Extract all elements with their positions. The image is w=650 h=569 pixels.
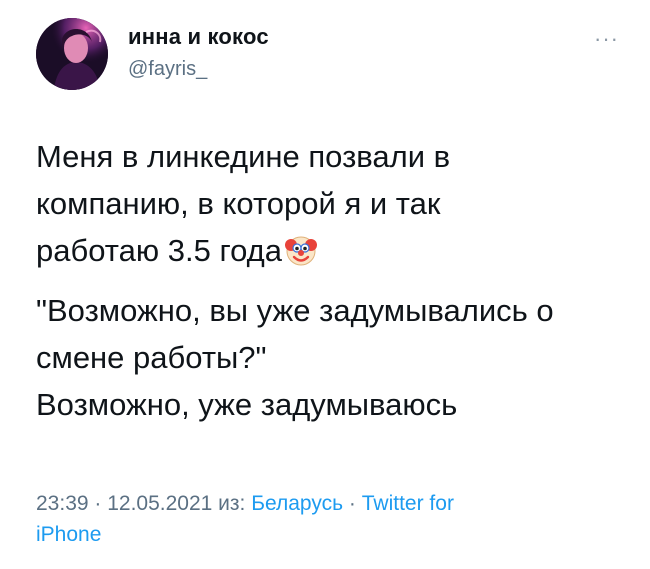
text-line-content: работаю 3.5 года <box>36 233 282 268</box>
author-handle[interactable]: @fayris_ <box>128 58 207 81</box>
text-line: компанию, в которой я и так <box>36 186 441 221</box>
tweet-time[interactable]: 23:39 <box>36 492 89 515</box>
separator-dot: · <box>88 492 108 515</box>
tweet-metadata: 23:39 · 12.05.2021 из: Беларусь · Twitte… <box>36 488 616 550</box>
author-name[interactable]: инна и кокос <box>128 24 269 50</box>
avatar[interactable] <box>36 18 108 90</box>
tweet-paragraph: Меня в линкедине позвали в компанию, в к… <box>36 133 626 274</box>
more-options-icon[interactable]: ··· <box>594 26 619 52</box>
from-label: из: <box>212 492 252 515</box>
location-link[interactable]: Беларусь <box>251 492 343 515</box>
text-line: смене работы?" <box>36 340 267 375</box>
tweet-card: инна и кокос @fayris_ ··· Меня в линкеди… <box>0 0 650 569</box>
text-line: "Возможно, вы уже задумывались о <box>36 293 554 328</box>
source-link-line1: Twitter for <box>361 492 454 515</box>
source-link-line2: iPhone <box>36 523 102 546</box>
separator-dot: · <box>343 492 362 515</box>
tweet-paragraph: "Возможно, вы уже задумывались о смене р… <box>36 287 626 428</box>
text-line: Меня в линкедине позвали в <box>36 139 451 174</box>
tweet-date[interactable]: 12.05.2021 <box>107 492 212 515</box>
tweet-text: Меня в линкедине позвали в компанию, в к… <box>36 133 626 428</box>
text-line: Возможно, уже задумываюсь <box>36 387 458 422</box>
text-line: работаю 3.5 года <box>36 227 626 274</box>
clown-face-icon <box>284 233 318 267</box>
